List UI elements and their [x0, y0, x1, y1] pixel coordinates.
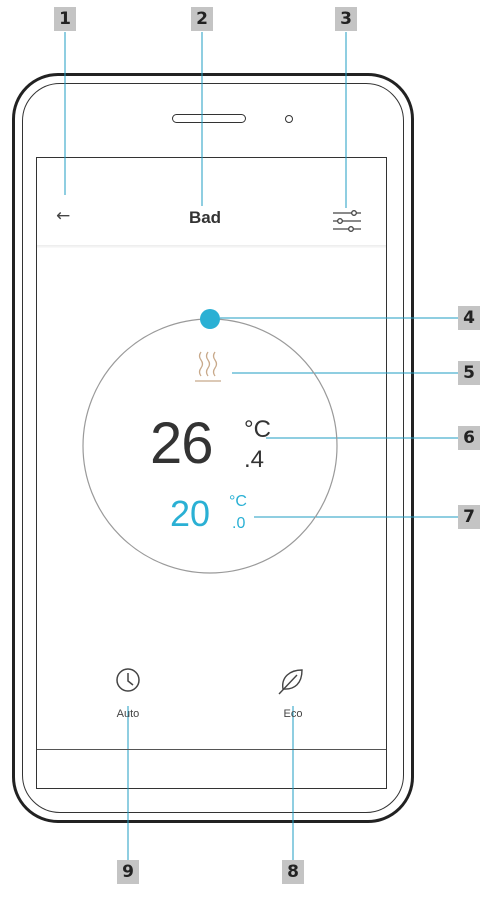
callout-badge-4: 4	[458, 306, 480, 330]
clock-icon[interactable]	[116, 668, 140, 692]
set-temperature-unit: °C	[229, 493, 247, 510]
set-temperature-decimal: .0	[232, 515, 246, 532]
callout-badge-1: 1	[54, 7, 76, 31]
set-temperature[interactable]: 20	[170, 494, 210, 534]
current-temperature: 26	[150, 411, 214, 476]
callout-badge-7: 7	[458, 505, 480, 529]
callout-badge-6: 6	[458, 426, 480, 450]
settings-sliders-icon[interactable]	[333, 210, 361, 232]
current-temperature-unit: °C	[244, 416, 271, 443]
callout-badge-5: 5	[458, 361, 480, 385]
callout-badge-2: 2	[191, 7, 213, 31]
overlay-graphics	[64, 32, 458, 860]
leaf-icon[interactable]	[278, 669, 303, 695]
heating-icon	[195, 351, 221, 382]
callout-badge-9: 9	[117, 860, 139, 884]
callout-badge-3: 3	[335, 7, 357, 31]
callout-badge-8: 8	[282, 860, 304, 884]
footer-divider	[37, 749, 386, 750]
dial-handle[interactable]	[200, 309, 220, 329]
mode-label-eco[interactable]: Eco	[263, 708, 323, 720]
mode-label-auto[interactable]: Auto	[98, 708, 158, 720]
current-temperature-decimal: .4	[244, 446, 265, 473]
